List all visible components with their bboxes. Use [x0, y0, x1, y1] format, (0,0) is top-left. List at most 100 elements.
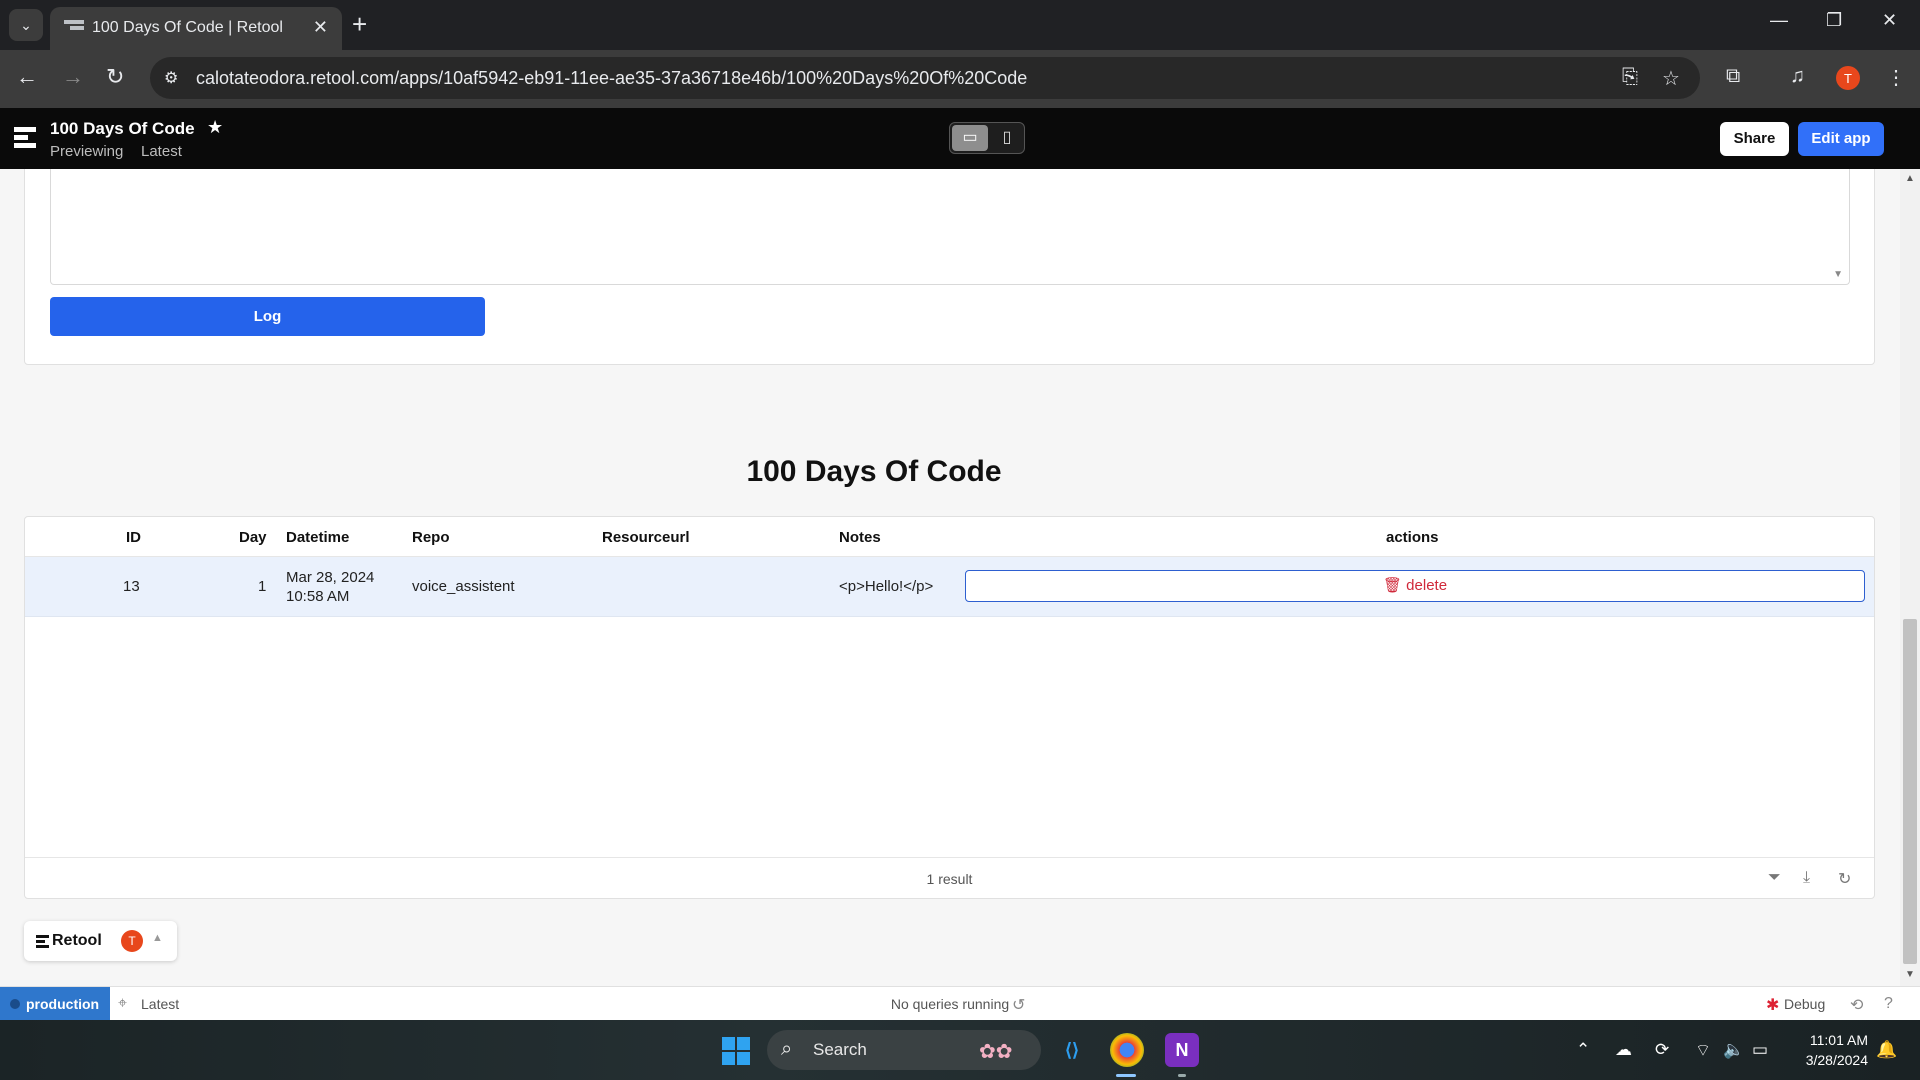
app-header: 100 Days Of Code ★ Previewing Latest ▭ ▯…	[0, 108, 1920, 169]
new-tab-button[interactable]: +	[352, 11, 367, 37]
tab-title: 100 Days Of Code | Retool	[92, 19, 283, 36]
column-header-repo[interactable]: Repo	[412, 529, 450, 546]
column-header-resourceurl[interactable]: Resourceurl	[602, 529, 690, 546]
vscode-icon[interactable]: ⟨⟩	[1055, 1033, 1089, 1067]
notifications-icon[interactable]: 🔔	[1876, 1040, 1897, 1060]
result-count: 1 result	[926, 871, 973, 887]
column-header-actions[interactable]: actions	[1386, 529, 1439, 546]
windows-start-icon[interactable]	[722, 1037, 750, 1065]
page-scrollbar[interactable]: ▲ ▼	[1900, 169, 1920, 986]
retool-logo-icon[interactable]	[14, 127, 36, 151]
column-header-day[interactable]: Day	[239, 529, 267, 546]
retool-menu-pill[interactable]: Retool T ▲	[24, 921, 177, 961]
chrome-active-indicator	[1116, 1074, 1136, 1077]
textarea-scroll-down-icon[interactable]: ▼	[1833, 269, 1843, 280]
close-window-icon[interactable]: ✕	[1882, 10, 1897, 31]
table-footer: 1 result ⏷ ⤓ ↻	[25, 857, 1874, 899]
retool-label: Retool	[52, 932, 102, 949]
app-canvas: ▼ Log 100 Days Of Code ID Day Datetime R…	[0, 169, 1920, 986]
onenote-running-indicator	[1178, 1074, 1186, 1077]
preview-mode-label: Previewing	[50, 143, 124, 160]
minimize-icon[interactable]: —	[1770, 10, 1788, 31]
edit-app-button[interactable]: Edit app	[1798, 122, 1884, 156]
browser-toolbar: ← → ↻ ⚙ calotateodora.retool.com/apps/10…	[0, 50, 1920, 108]
column-header-id[interactable]: ID	[126, 529, 141, 546]
wifi-icon[interactable]: ⌔	[1695, 1040, 1711, 1061]
no-install-icon[interactable]: ⎘	[1622, 66, 1638, 89]
bookmark-star-icon[interactable]: ☆	[1662, 66, 1680, 91]
taskbar-search[interactable]: ⌕ Search ✿✿	[767, 1030, 1041, 1070]
chevron-down-icon: ⌄	[20, 16, 32, 33]
log-button[interactable]: Log	[50, 297, 485, 336]
desktop-view-icon[interactable]: ▭	[952, 125, 988, 151]
clock-time: 11:01 AM	[1809, 1032, 1868, 1048]
favorite-star-icon[interactable]: ★	[207, 117, 223, 138]
delete-label: delete	[1406, 577, 1448, 594]
url-text[interactable]: calotateodora.retool.com/apps/10af5942-e…	[196, 68, 1027, 89]
blossom-icon: ✿✿	[979, 1041, 1013, 1063]
app-title: 100 Days Of Code	[50, 119, 195, 138]
site-info-icon[interactable]: ⚙	[164, 68, 178, 88]
browser-tab-strip: ⌄ 100 Days Of Code | Retool ✕ + — ❐ ✕	[0, 0, 1920, 50]
close-tab-icon[interactable]: ✕	[313, 17, 328, 38]
cell-id: 13	[123, 578, 140, 595]
chevron-up-icon[interactable]: ▲	[152, 932, 163, 944]
history-icon[interactable]: ⟲	[1850, 995, 1863, 1015]
entries-table: ID Day Datetime Repo Resourceurl Notes a…	[24, 516, 1875, 899]
tray-overflow-icon[interactable]: ⌃	[1576, 1040, 1590, 1060]
system-clock[interactable]: 11:01 AM 3/28/2024	[1792, 1030, 1868, 1070]
column-header-datetime[interactable]: Datetime	[286, 529, 349, 546]
queries-refresh-icon[interactable]: ↺	[1012, 995, 1025, 1015]
retool-logo-icon	[36, 935, 49, 950]
battery-icon[interactable]: ▭	[1752, 1040, 1768, 1060]
search-icon: ⌕	[781, 1038, 793, 1060]
share-button[interactable]: Share	[1720, 122, 1789, 156]
cell-datetime-time: 10:58 AM	[286, 588, 350, 605]
chrome-icon[interactable]	[1110, 1033, 1144, 1067]
browser-tab[interactable]: 100 Days Of Code | Retool ✕	[50, 7, 342, 50]
view-toggle: ▭ ▯	[949, 122, 1025, 154]
refresh-icon[interactable]: ↻	[1838, 869, 1851, 889]
user-avatar[interactable]: T	[121, 930, 143, 952]
trash-icon: 🗑	[1382, 577, 1402, 594]
tab-search-button[interactable]: ⌄	[9, 9, 43, 41]
column-header-notes[interactable]: Notes	[839, 529, 881, 546]
debug-bug-icon: ✱	[1766, 997, 1780, 1014]
scroll-up-icon[interactable]: ▲	[1905, 173, 1915, 184]
sync-icon[interactable]: ⟳	[1655, 1040, 1669, 1060]
table-row[interactable]: 13 1 Mar 28, 2024 10:58 AM voice_assiste…	[25, 557, 1874, 617]
cell-day: 1	[258, 578, 267, 595]
volume-icon[interactable]: 🔈	[1723, 1040, 1744, 1060]
onedrive-icon[interactable]: ☁	[1615, 1040, 1632, 1060]
reload-icon[interactable]: ↻	[106, 64, 124, 90]
retool-favicon-icon	[64, 20, 84, 36]
filter-icon[interactable]: ⏷	[1768, 869, 1781, 887]
back-icon[interactable]: ←	[16, 64, 38, 90]
onenote-icon[interactable]: N	[1165, 1033, 1199, 1067]
address-bar[interactable]: ⚙ calotateodora.retool.com/apps/10af5942…	[150, 57, 1700, 99]
cell-datetime-date: Mar 28, 2024	[286, 569, 375, 586]
notes-textarea[interactable]: ▼	[50, 169, 1850, 285]
menu-kebab-icon[interactable]: ⋮	[1886, 65, 1906, 90]
forward-icon[interactable]: →	[62, 64, 84, 90]
log-form-card: ▼ Log	[24, 169, 1875, 365]
mobile-view-icon[interactable]: ▯	[992, 125, 1022, 151]
cell-notes: <p>Hello!</p>	[839, 578, 934, 595]
queries-status: No queries running	[890, 996, 1010, 1012]
media-control-icon[interactable]: ♫	[1790, 65, 1805, 88]
search-label: Search	[813, 1040, 867, 1059]
scroll-down-icon[interactable]: ▼	[1905, 969, 1915, 980]
help-icon[interactable]: ?	[1884, 995, 1893, 1013]
version-label[interactable]: Latest	[141, 143, 182, 160]
download-icon[interactable]: ⤓	[1803, 869, 1810, 887]
table-header: ID Day Datetime Repo Resourceurl Notes a…	[25, 517, 1874, 557]
windows-taskbar: ⌕ Search ✿✿ ⟨⟩ N ⌃ ☁ ⟳ ⌔ 🔈 ▭ 11:01 AM 3/…	[0, 1020, 1920, 1080]
restore-icon[interactable]: ❐	[1826, 10, 1842, 31]
delete-button[interactable]: 🗑 delete	[965, 570, 1865, 602]
debug-button[interactable]: Debug	[1784, 996, 1825, 1012]
cell-repo: voice_assistent	[412, 578, 515, 595]
extensions-icon[interactable]: ⧉	[1726, 65, 1740, 88]
profile-avatar[interactable]: T	[1836, 66, 1860, 90]
scroll-thumb[interactable]	[1903, 619, 1917, 964]
clock-date: 3/28/2024	[1805, 1052, 1868, 1068]
